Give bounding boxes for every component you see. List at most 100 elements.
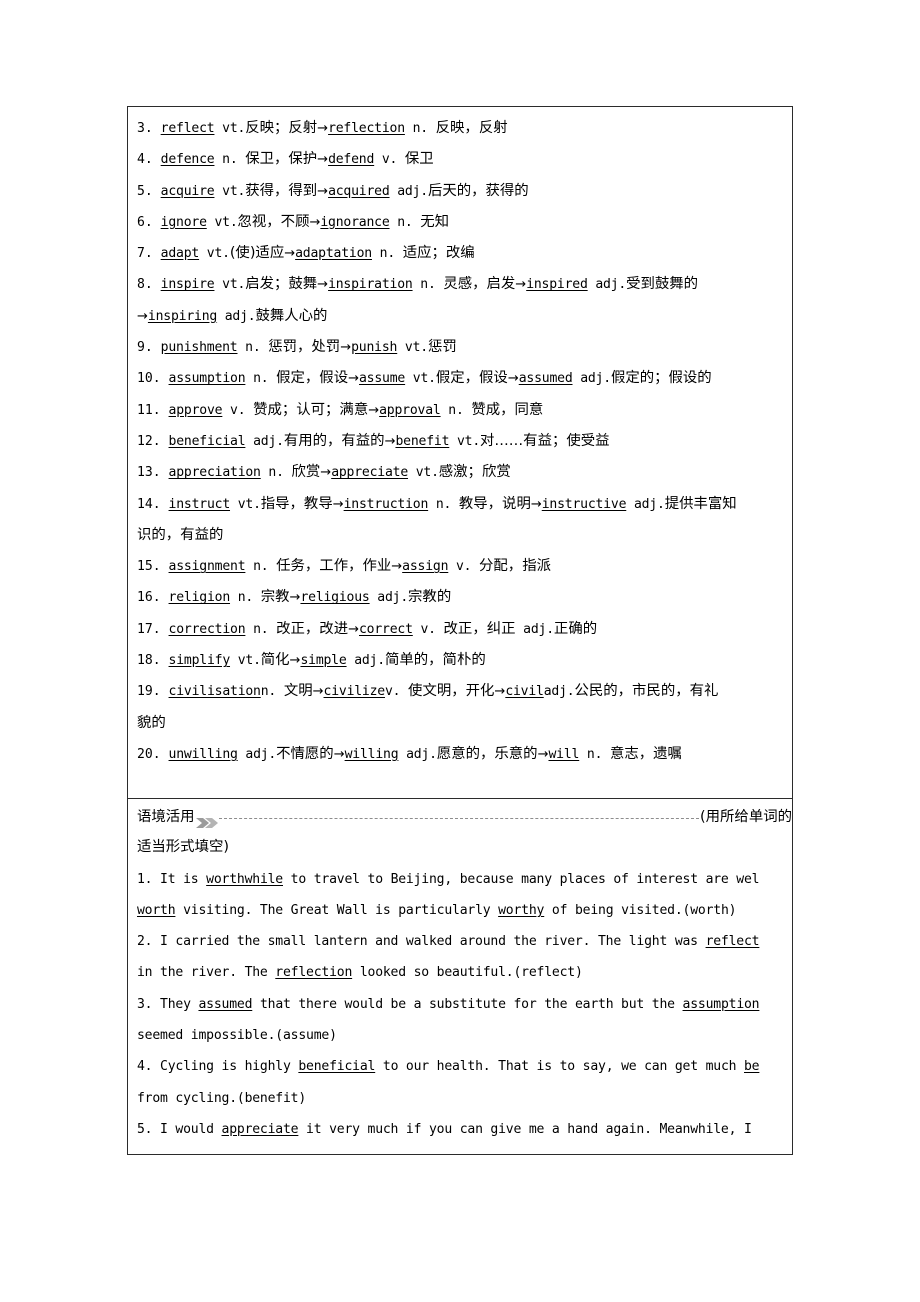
chinese-gloss: 改正，改进 xyxy=(276,620,349,637)
chinese-gloss: 灵感，启发 xyxy=(443,276,516,293)
chinese-gloss: 文明 xyxy=(283,683,313,700)
exercise-item: 1. It is worthwhile to travel to Beijing… xyxy=(128,864,792,895)
derivation-arrow-icon: → xyxy=(312,684,324,700)
english-text: vt. xyxy=(230,653,261,669)
word-entry-continuation: 貌的 xyxy=(128,708,792,739)
word-entry: 15. assignment n. 任务，工作，作业→assign v. 分配，… xyxy=(128,551,792,582)
english-text: adj. xyxy=(572,371,611,387)
underlined-term: willing xyxy=(344,746,399,762)
derivation-arrow-icon: → xyxy=(494,684,506,700)
chinese-gloss: 忽视，不顾 xyxy=(237,213,310,230)
entry-number: 17. xyxy=(137,621,169,637)
word-entry-continuation: →inspiring adj.鼓舞人心的 xyxy=(128,301,792,332)
underlined-term: simple xyxy=(300,653,347,669)
chinese-gloss: 教导，说明 xyxy=(458,495,531,512)
underlined-term: appreciate xyxy=(221,1121,299,1137)
chinese-gloss: 分配，指派 xyxy=(479,558,551,575)
underlined-term: inspired xyxy=(526,277,588,293)
english-text: adj. xyxy=(587,277,627,293)
exercise-item-continuation: worth visiting. The Great Wall is partic… xyxy=(128,895,792,926)
word-entry: 8. inspire vt.启发；鼓舞→inspiration n. 灵感，启发… xyxy=(128,269,792,300)
entry-number: 6. xyxy=(137,214,161,230)
underlined-term: be xyxy=(744,1059,760,1075)
underlined-term: worthwhile xyxy=(206,871,283,887)
english-text: 2. I carried the small lantern and walke… xyxy=(137,934,706,950)
underlined-term: inspiring xyxy=(147,308,218,324)
english-text: n. xyxy=(214,152,246,168)
word-entry: 11. approve v. 赞成；认可；满意→approval n. 赞成，同… xyxy=(128,395,792,426)
exercise-item: 3. They assumed that there would be a su… xyxy=(128,989,792,1020)
underlined-term: unwilling xyxy=(168,746,238,762)
chinese-gloss: 对……有益；使受益 xyxy=(480,432,610,449)
entry-number: 18. xyxy=(137,653,169,669)
underlined-term: ignorance xyxy=(320,214,390,230)
underlined-term: approval xyxy=(379,402,441,418)
english-text: v. xyxy=(412,621,444,637)
chinese-gloss: 意志，遗嘱 xyxy=(609,745,682,762)
underlined-term: acquire xyxy=(160,183,215,199)
english-text: n. xyxy=(245,621,277,637)
contextual-usage-section: 语境活用 (用所给单词的 适当形式填空) 1. It is worthwhile… xyxy=(128,799,792,1145)
underlined-term: reflect xyxy=(160,121,215,136)
derivation-arrow-icon: → xyxy=(317,121,329,136)
chinese-gloss: 保卫，保护 xyxy=(245,151,318,168)
underlined-term: civil xyxy=(505,684,544,700)
derivation-arrow-icon: → xyxy=(317,183,329,199)
exercise-item: 5. I would appreciate it very much if yo… xyxy=(128,1114,792,1145)
english-text: n. xyxy=(260,465,292,481)
english-text: adj. xyxy=(543,684,575,700)
derivation-arrow-icon: → xyxy=(530,496,542,512)
entry-number: 10. xyxy=(137,371,169,387)
english-text: n. xyxy=(389,214,421,230)
heading-dashed-rule xyxy=(218,817,700,819)
chinese-gloss: 赞成；认可；满意 xyxy=(253,401,369,418)
entry-number: 14. xyxy=(137,496,169,512)
word-entry: 18. simplify vt.简化→simple adj.简单的，简朴的 xyxy=(128,645,792,676)
word-entry: 4. defence n. 保卫，保护→defend v. 保卫 xyxy=(128,144,792,175)
english-text: n. xyxy=(237,340,269,356)
english-text: vt. xyxy=(408,465,439,481)
underlined-term: assign xyxy=(402,559,449,575)
chinese-gloss: 改正，纠正 xyxy=(443,620,516,637)
english-text: 3. They xyxy=(137,996,199,1012)
chinese-gloss: 提供丰富知 xyxy=(664,495,737,512)
underlined-term: inspiration xyxy=(328,277,413,293)
word-entry: 10. assumption n. 假定，假设→assume vt.假定，假设→… xyxy=(128,363,792,394)
word-entry: 16. religion n. 宗教→religious adj.宗教的 xyxy=(128,582,792,613)
english-text: seemed impossible.(assume) xyxy=(137,1028,337,1044)
word-entry: 3. reflect vt.反映；反射→reflection n. 反映，反射 xyxy=(128,113,792,144)
underlined-term: assumed xyxy=(518,371,573,387)
entry-number: 9. xyxy=(137,340,161,356)
exercise-item: 2. I carried the small lantern and walke… xyxy=(128,926,792,957)
english-text: in the river. The xyxy=(137,965,276,981)
underlined-term: will xyxy=(548,746,580,762)
word-entry-continuation: 识的，有益的 xyxy=(128,520,792,551)
chinese-gloss: 任务，工作，作业 xyxy=(276,558,392,575)
underlined-term: reflection xyxy=(328,121,405,136)
word-entry: 14. instruct vt.指导，教导→instruction n. 教导，… xyxy=(128,489,792,520)
underlined-term: assignment xyxy=(168,559,246,575)
english-text: 4. Cycling is highly xyxy=(137,1059,299,1075)
entry-number: 13. xyxy=(137,465,169,481)
chinese-gloss: 宗教的 xyxy=(408,589,452,606)
english-text: vt. xyxy=(230,496,261,512)
derivation-arrow-icon: → xyxy=(332,496,344,512)
underlined-term: reflection xyxy=(275,965,353,981)
underlined-term: appreciation xyxy=(168,465,261,481)
underlined-term: religion xyxy=(168,590,231,606)
chinese-gloss: 假定，假设 xyxy=(276,370,349,387)
right-arrow-icon xyxy=(195,811,218,829)
english-text: looked so beautiful.(reflect) xyxy=(352,965,583,981)
english-text: v. xyxy=(222,402,254,418)
english-text: n. xyxy=(428,496,459,512)
chinese-gloss: 适应；改编 xyxy=(402,245,475,262)
english-text: vt. xyxy=(214,121,246,136)
derivation-arrow-icon: → xyxy=(289,653,301,669)
underlined-term: worthy xyxy=(498,902,545,918)
underlined-term: correct xyxy=(359,621,413,637)
derivation-arrow-icon: → xyxy=(348,371,359,387)
chinese-gloss: (使)适应 xyxy=(229,245,285,262)
derivation-arrow-icon: → xyxy=(333,746,345,762)
english-text: vt. xyxy=(214,277,246,293)
word-entry: 7. adapt vt.(使)适应→adaptation n. 适应；改编 xyxy=(128,238,792,269)
